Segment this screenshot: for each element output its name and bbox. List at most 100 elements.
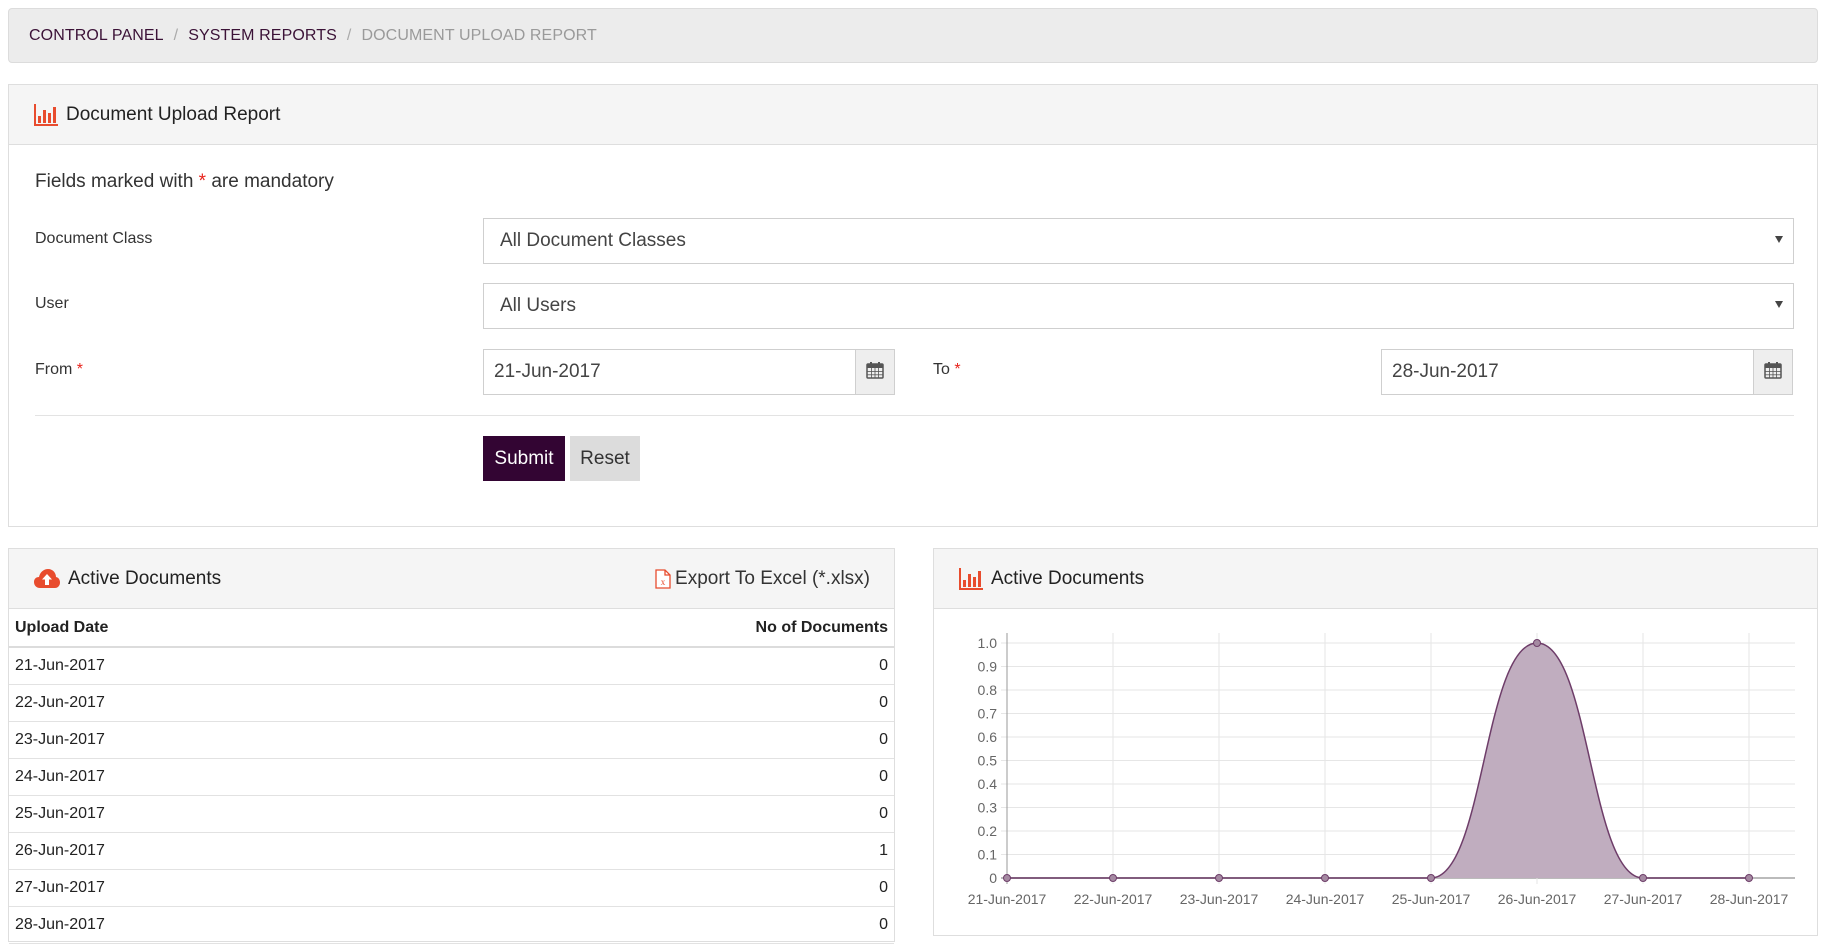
x-tick-label: 22-Jun-2017: [1074, 891, 1153, 907]
to-date-input[interactable]: 28-Jun-2017: [1381, 349, 1754, 395]
document-count-cell: 1: [879, 842, 888, 859]
breadcrumb-control-panel[interactable]: CONTROL PANEL: [29, 27, 164, 45]
table-row: 25-Jun-2017 0: [9, 796, 894, 833]
active-documents-table-panel: Active Documents x Export To Excel (*.xl…: [8, 548, 895, 944]
from-label: From *: [35, 361, 83, 379]
from-label-text: From: [35, 361, 73, 378]
to-label-text: To: [933, 361, 950, 378]
data-point: [1745, 874, 1753, 882]
y-tick-label: 0.1: [978, 847, 998, 863]
document-count-cell: 0: [879, 731, 888, 748]
document-class-value: All Document Classes: [500, 230, 686, 251]
from-calendar-button[interactable]: [855, 349, 895, 395]
bar-chart-icon: [34, 103, 58, 126]
document-count-cell: 0: [879, 657, 888, 674]
table-row: 23-Jun-2017 0: [9, 722, 894, 759]
upload-date-cell: 24-Jun-2017: [15, 768, 105, 785]
y-tick-label: 0: [989, 870, 997, 886]
upload-date-cell: 21-Jun-2017: [15, 657, 105, 674]
x-tick-label: 21-Jun-2017: [968, 891, 1047, 907]
table-row: 26-Jun-2017 1: [9, 833, 894, 870]
cloud-upload-icon: [34, 568, 60, 589]
y-tick-label: 0.3: [978, 800, 998, 816]
report-panel-heading: Document Upload Report: [9, 85, 1817, 145]
table-row: 24-Jun-2017 0: [9, 759, 894, 796]
table-row: 21-Jun-2017 0: [9, 648, 894, 685]
document-count-cell: 0: [879, 805, 888, 822]
data-point: [1427, 874, 1435, 882]
table-panel-title: Active Documents: [68, 567, 222, 589]
document-count-cell: 0: [879, 879, 888, 896]
table-row: 22-Jun-2017 0: [9, 685, 894, 722]
breadcrumb-system-reports[interactable]: SYSTEM REPORTS: [188, 27, 337, 45]
user-label: User: [35, 295, 69, 312]
data-point: [1639, 874, 1647, 882]
y-tick-label: 0.9: [978, 659, 998, 675]
table-row: 28-Jun-2017 0: [9, 907, 894, 944]
required-marker: *: [954, 361, 961, 378]
breadcrumb-separator: /: [173, 26, 179, 44]
svg-text:x: x: [661, 577, 666, 587]
report-panel-title: Document Upload Report: [66, 103, 281, 125]
data-point: [1533, 639, 1541, 647]
excel-file-icon: x: [655, 569, 671, 589]
upload-date-cell: 28-Jun-2017: [15, 916, 105, 933]
breadcrumb: CONTROL PANEL / SYSTEM REPORTS / DOCUMEN…: [8, 8, 1818, 63]
document-class-label: Document Class: [35, 230, 153, 247]
upload-date-cell: 23-Jun-2017: [15, 731, 105, 748]
data-point: [1109, 874, 1117, 882]
submit-button[interactable]: Submit: [483, 436, 565, 481]
chart-panel-heading: Active Documents: [934, 549, 1817, 609]
report-filter-panel: Document Upload Report Fields marked wit…: [8, 84, 1818, 527]
user-select[interactable]: All Users: [483, 283, 1794, 329]
x-tick-label: 24-Jun-2017: [1286, 891, 1365, 907]
table-panel-heading: Active Documents x Export To Excel (*.xl…: [9, 549, 894, 609]
data-point: [1003, 874, 1011, 882]
mandatory-note-suffix: are mandatory: [211, 171, 334, 192]
x-tick-label: 28-Jun-2017: [1710, 891, 1789, 907]
user-value: All Users: [500, 295, 577, 316]
document-count-cell: 0: [879, 768, 888, 785]
x-tick-label: 23-Jun-2017: [1180, 891, 1259, 907]
active-documents-chart: 0 0.1 0.2 0.3 0.4 0.5 0.6 0.7 0.8 0.9 1.0 21-Jun-20…: [968, 633, 1795, 907]
y-tick-label: 0.8: [978, 682, 998, 698]
mandatory-note: Fields marked with * are mandatory: [35, 171, 334, 193]
upload-date-cell: 22-Jun-2017: [15, 694, 105, 711]
column-header-upload-date: Upload Date: [15, 618, 109, 636]
to-date-value: 28-Jun-2017: [1392, 361, 1499, 382]
to-label: To *: [933, 361, 961, 379]
reset-button[interactable]: Reset: [570, 436, 640, 481]
bar-chart-icon: [959, 567, 983, 590]
document-class-select[interactable]: All Document Classes: [483, 218, 1794, 264]
y-tick-label: 0.4: [978, 776, 998, 792]
y-tick-label: 0.6: [978, 729, 998, 745]
from-date-input[interactable]: 21-Jun-2017: [483, 349, 856, 395]
required-marker: *: [198, 171, 207, 192]
chart-panel-title: Active Documents: [991, 567, 1145, 589]
column-header-no-of-documents: No of Documents: [755, 618, 888, 636]
chevron-down-icon: [1775, 236, 1783, 243]
breadcrumb-current: DOCUMENT UPLOAD REPORT: [361, 26, 597, 44]
y-tick-label: 0.5: [978, 753, 998, 769]
table-header-row: Upload Date No of Documents: [9, 609, 894, 648]
x-tick-label: 26-Jun-2017: [1498, 891, 1577, 907]
form-divider: [35, 415, 1794, 416]
y-tick-label: 0.2: [978, 823, 998, 839]
data-point: [1215, 874, 1223, 882]
breadcrumb-separator: /: [346, 26, 352, 44]
y-tick-label: 1.0: [978, 635, 998, 651]
document-count-cell: 0: [879, 694, 888, 711]
export-to-excel-link[interactable]: x Export To Excel (*.xlsx): [655, 549, 870, 609]
y-tick-label: 0.7: [978, 706, 998, 722]
data-point: [1321, 874, 1329, 882]
document-count-cell: 0: [879, 916, 888, 933]
to-calendar-button[interactable]: [1753, 349, 1793, 395]
export-label: Export To Excel (*.xlsx): [675, 568, 870, 589]
upload-date-cell: 25-Jun-2017: [15, 805, 105, 822]
mandatory-note-prefix: Fields marked with: [35, 171, 194, 192]
x-tick-label: 25-Jun-2017: [1392, 891, 1471, 907]
table-row: 27-Jun-2017 0: [9, 870, 894, 907]
required-marker: *: [76, 361, 84, 378]
upload-date-cell: 26-Jun-2017: [15, 842, 105, 859]
calendar-icon: [1764, 361, 1782, 384]
